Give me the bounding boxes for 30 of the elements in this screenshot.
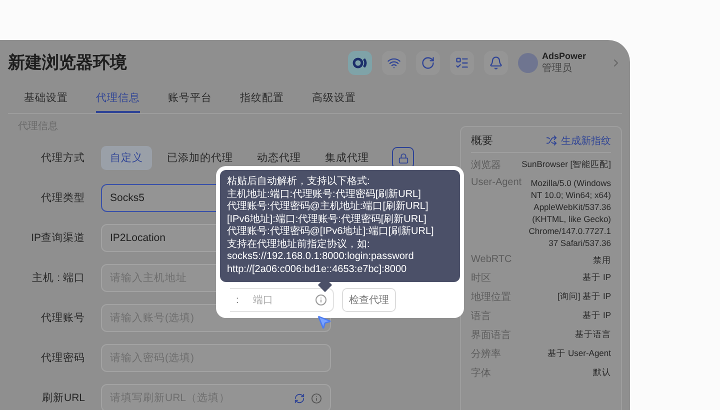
- tooltip-line: 粘贴后自动解析，支持以下格式:: [227, 176, 371, 188]
- window-title: 新建浏览器环境: [8, 52, 128, 74]
- field-label: IP查询渠道: [30, 231, 85, 245]
- summary-value: 默认: [593, 366, 611, 379]
- summary-value: [询问] 基于 IP: [558, 290, 611, 303]
- summary-value: 基于 User-Agent: [548, 347, 611, 360]
- field-label: 代理类型: [40, 191, 85, 205]
- field-label: 代理方式: [40, 151, 85, 165]
- summary-value: 基于 IP: [582, 271, 611, 284]
- port-placeholder: 端口: [252, 294, 274, 307]
- tooltip-line: 支持在代理地址前指定协议，如:: [227, 238, 371, 251]
- user-role: 管理员: [542, 62, 573, 74]
- summary-value: 禁用: [593, 254, 611, 266]
- summary-value: 基于语言: [575, 328, 611, 341]
- tooltip-line: socks5://192.168.0.1:8000:login:password: [227, 251, 415, 264]
- summary-value: SunBrowser [智能匹配]: [522, 158, 611, 171]
- tooltip-line: [IPv6地址]:端口:代理账号:代理密码[刷新URL]: [227, 214, 428, 226]
- card-title: 概要: [471, 134, 493, 148]
- tooltip-line: 代理账号:代理密码@主机地址:端口[刷新URL]: [227, 201, 430, 214]
- field-label: 刷新URL: [40, 391, 85, 405]
- separator: :: [236, 294, 239, 306]
- field-label: 主机 : 端口: [31, 271, 85, 285]
- tooltip-line: http://[2a06:c006:bd1e::4653:e7bc]:8000: [227, 264, 408, 276]
- tooltip-line: 主机地址:端口:代理账号:代理密码[刷新URL]: [227, 188, 422, 200]
- field-label: 代理密码: [40, 351, 85, 365]
- summary-value: 基于 IP: [582, 309, 611, 322]
- field-label: 代理账号: [40, 311, 85, 325]
- tooltip-line: 代理账号:代理密码@[IPv6地址]:端口[刷新URL]: [227, 226, 435, 238]
- summary-value: Mozilla/5.0 (Windows NT 10.0; Win64; x64) AppleWebKit/537.36 (KHTML, like Gecko) Chrome/147.0.7727.137 Safari/537.36: [528, 177, 611, 249]
- user-name: AdsPower: [542, 50, 588, 60]
